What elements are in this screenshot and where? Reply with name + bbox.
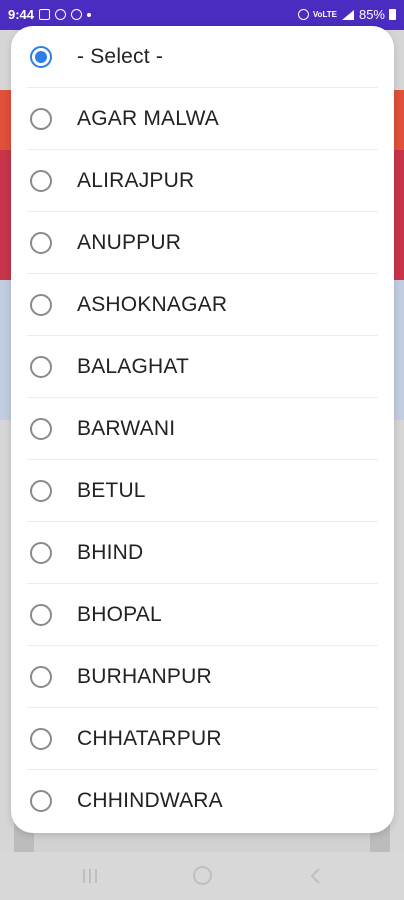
option-label: CHHINDWARA [77,789,223,812]
option-item[interactable]: BETUL [11,460,394,522]
option-label: BARWANI [77,417,176,440]
option-label: ALIRAJPUR [77,169,195,192]
option-item[interactable]: BURHANPUR [11,646,394,708]
option-label: BHIND [77,541,144,564]
radio-icon[interactable] [30,294,52,316]
radio-icon[interactable] [30,418,52,440]
option-item[interactable]: BHOPAL [11,584,394,646]
option-label: AGAR MALWA [77,107,220,130]
option-label: BURHANPUR [77,665,212,688]
option-item[interactable]: BARWANI [11,398,394,460]
dot-icon [87,12,92,17]
status-time: 9:44 [8,7,35,22]
hotspot-icon [297,9,309,20]
image-icon [39,9,51,20]
radio-icon[interactable] [30,542,52,564]
option-label: BETUL [77,479,146,502]
option-label: ASHOKNAGAR [77,293,228,316]
back-icon[interactable] [308,868,324,884]
option-item[interactable]: BALAGHAT [11,336,394,398]
option-item[interactable]: ANUPPUR [11,212,394,274]
recents-icon[interactable] [83,869,97,883]
battery-percent: 85% [358,7,385,22]
radio-icon[interactable] [30,356,52,378]
option-item[interactable]: - Select - [11,26,394,88]
signal-icon [341,9,354,20]
home-icon[interactable] [193,866,212,885]
messenger-icon [55,9,67,20]
chrome-icon [71,9,83,20]
option-item[interactable]: CHHATARPUR [11,708,394,770]
status-right: VoLTE 85% [297,7,396,22]
network-label: VoLTE [312,10,337,19]
radio-selected-icon[interactable] [30,46,52,68]
option-item[interactable]: BHIND [11,522,394,584]
option-item[interactable]: AGAR MALWA [11,88,394,150]
radio-icon[interactable] [30,480,52,502]
district-select-dialog: - Select - AGAR MALWA ALIRAJPUR ANUPPUR ASHO… [11,26,394,833]
radio-icon[interactable] [30,170,52,192]
radio-icon[interactable] [30,666,52,688]
option-label: - Select - [77,45,164,68]
option-label: BHOPAL [77,603,162,626]
radio-icon[interactable] [30,728,52,750]
radio-icon[interactable] [30,108,52,130]
radio-icon[interactable] [30,790,52,812]
radio-icon[interactable] [30,604,52,626]
option-label: ANUPPUR [77,231,182,254]
option-item[interactable]: CHHINDWARA [11,770,394,832]
option-item[interactable]: ASHOKNAGAR [11,274,394,336]
option-label: CHHATARPUR [77,727,222,750]
navigation-bar [0,852,404,900]
option-label: BALAGHAT [77,355,190,378]
battery-icon [389,9,396,20]
option-item[interactable]: ALIRAJPUR [11,150,394,212]
status-left: 9:44 [8,7,92,22]
radio-icon[interactable] [30,232,52,254]
